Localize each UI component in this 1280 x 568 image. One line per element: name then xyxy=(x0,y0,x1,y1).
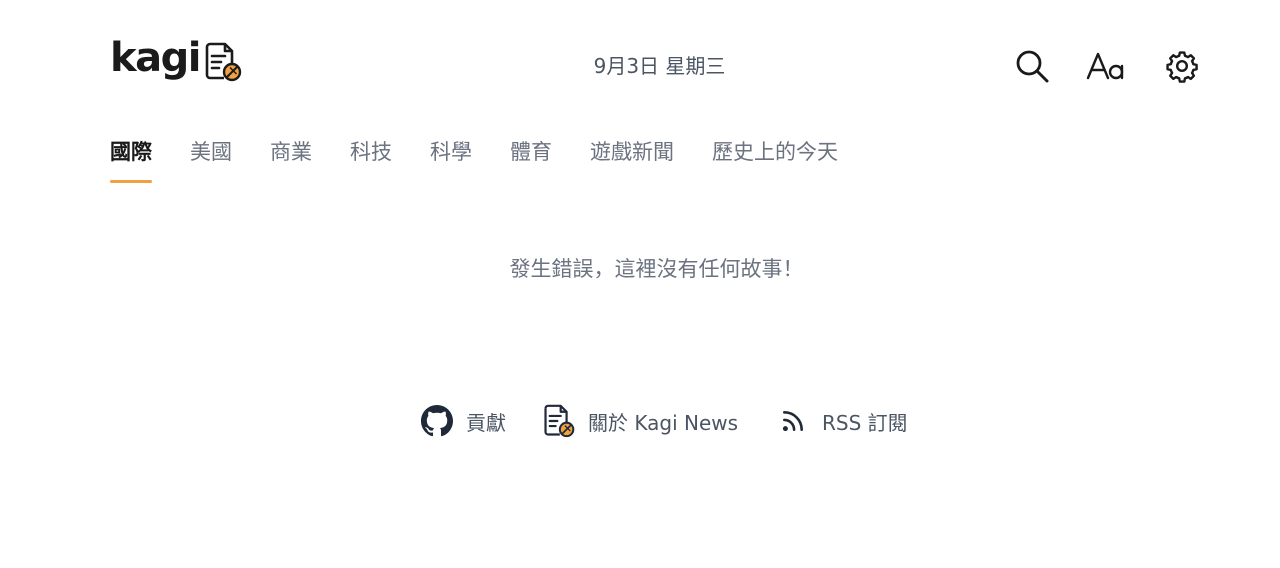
news-logo-icon xyxy=(542,404,576,438)
about-label: 關於 Kagi News xyxy=(588,410,739,435)
footer: 貢獻 關於 Kagi News RSS 訂閱 xyxy=(420,404,908,438)
rss-icon xyxy=(776,404,810,438)
tab-usa[interactable]: 美國 xyxy=(190,135,232,183)
tab-science[interactable]: 科學 xyxy=(430,135,472,183)
contribute-link[interactable]: 貢獻 xyxy=(420,404,506,438)
font-size-icon xyxy=(1086,52,1124,80)
tab-technology[interactable]: 科技 xyxy=(350,135,392,183)
kagi-news-logo[interactable]: kagi xyxy=(110,36,242,84)
rss-label: RSS 訂閱 xyxy=(822,410,908,435)
current-date: 9月3日 星期三 xyxy=(593,54,726,78)
rss-subscribe-link[interactable]: RSS 訂閱 xyxy=(776,404,908,438)
contribute-label: 貢獻 xyxy=(466,410,506,435)
tab-business[interactable]: 商業 xyxy=(270,135,312,183)
github-icon xyxy=(420,404,454,438)
tab-world[interactable]: 國際 xyxy=(110,135,152,183)
search-button[interactable] xyxy=(1014,48,1050,84)
settings-button[interactable] xyxy=(1164,48,1200,84)
page: kagi 9月3日 星期三 國際 美國 商業 科技 科學 體育 遊戲新聞 歷史上… xyxy=(0,0,1280,568)
search-icon xyxy=(1016,50,1049,83)
error-message: 發生錯誤，這裡沒有任何故事！ xyxy=(509,257,804,281)
gear-icon xyxy=(1166,51,1198,83)
logo-wordmark: kagi xyxy=(110,35,201,81)
news-logo-icon xyxy=(205,42,242,82)
tab-gaming-news[interactable]: 遊戲新聞 xyxy=(590,135,674,183)
tab-sports[interactable]: 體育 xyxy=(510,135,552,183)
tab-today-in-history[interactable]: 歷史上的今天 xyxy=(712,135,838,183)
header: kagi 9月3日 星期三 xyxy=(110,36,1200,98)
font-size-button[interactable] xyxy=(1086,48,1126,84)
about-kagi-news-link[interactable]: 關於 Kagi News xyxy=(542,404,738,438)
header-actions xyxy=(1014,48,1200,84)
category-tabs: 國際 美國 商業 科技 科學 體育 遊戲新聞 歷史上的今天 xyxy=(110,135,876,185)
